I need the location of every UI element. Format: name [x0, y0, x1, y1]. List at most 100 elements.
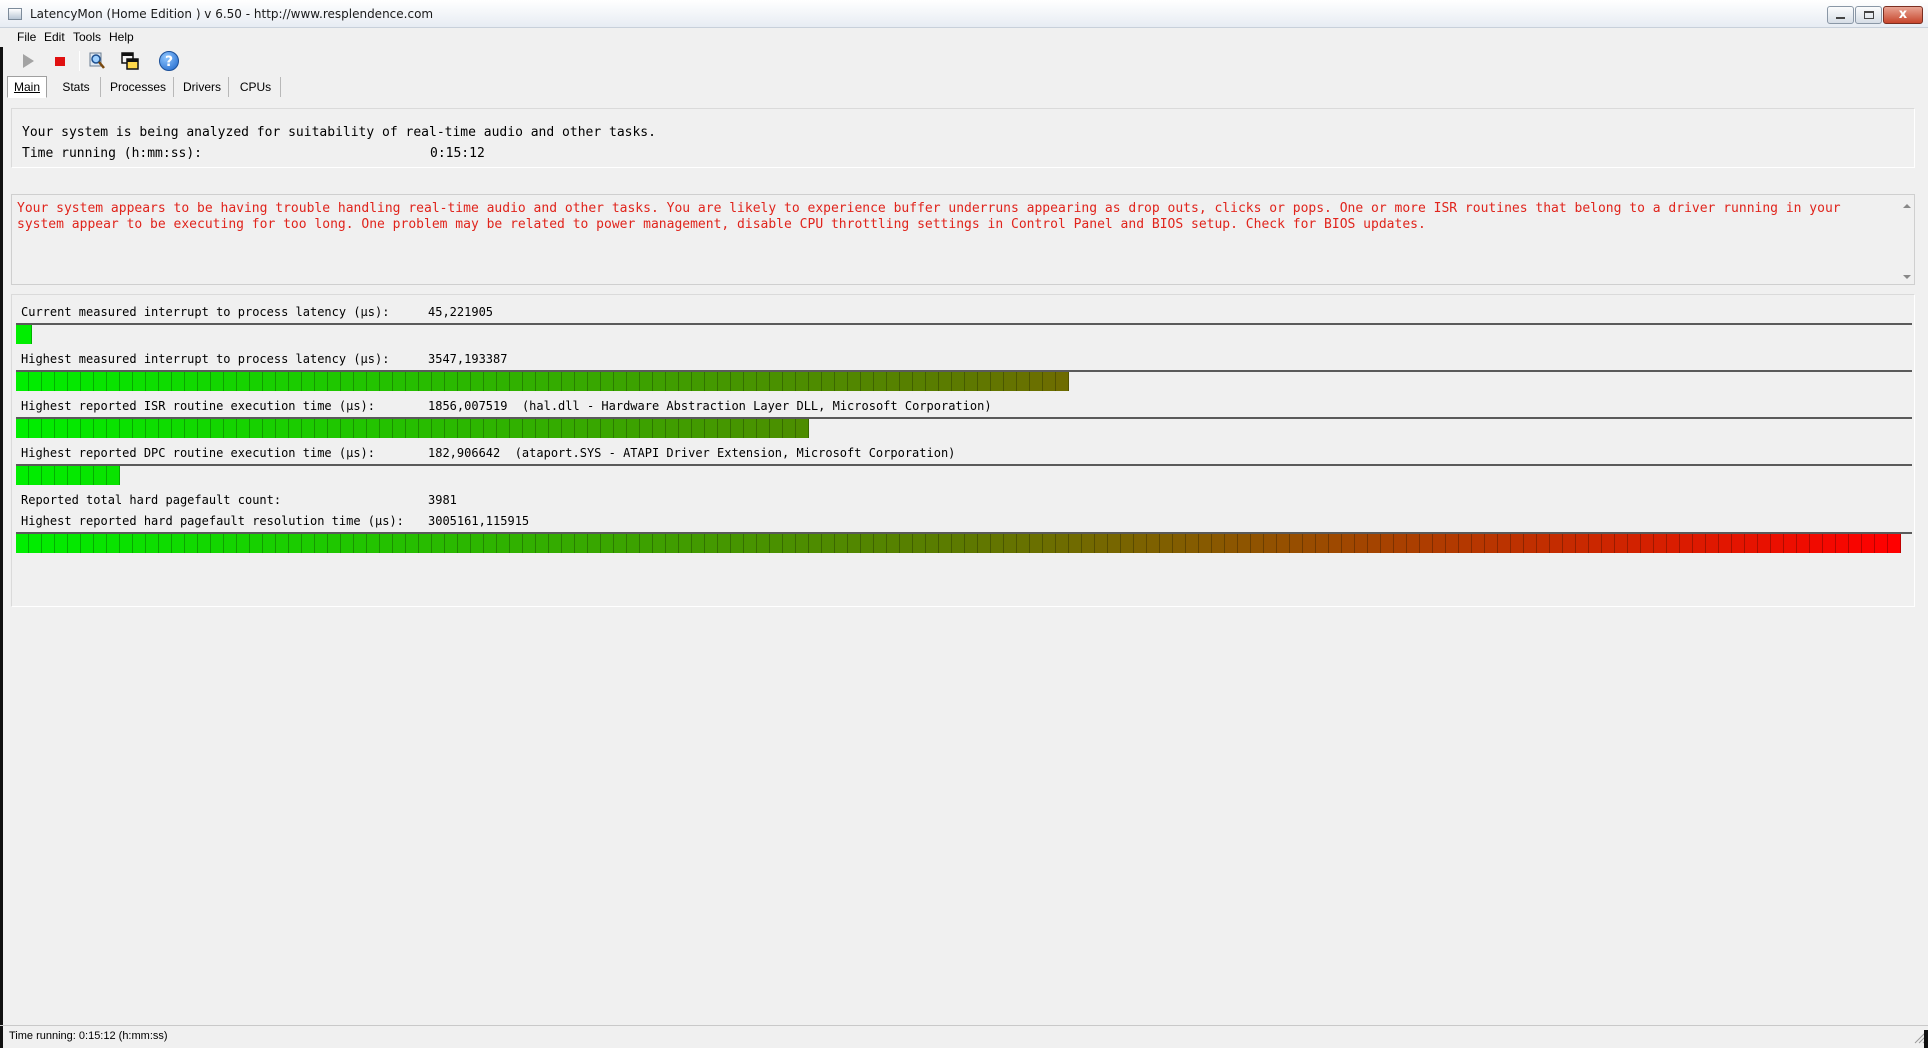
- bar-segment: [692, 419, 705, 438]
- bar-segment: [926, 534, 939, 553]
- bar-segment: [185, 372, 198, 391]
- bar-segment: [315, 534, 328, 553]
- app-icon[interactable]: [8, 8, 22, 20]
- stop-button[interactable]: [49, 50, 71, 72]
- bar-segment: [1004, 534, 1017, 553]
- minimize-button[interactable]: [1827, 6, 1854, 24]
- bar-segment: [523, 419, 536, 438]
- bar-segment: [757, 419, 770, 438]
- isr-time-bar-fill: [16, 419, 809, 438]
- title-bar[interactable]: LatencyMon (Home Edition ) v 6.50 - http…: [0, 0, 1928, 28]
- bar-segment: [770, 419, 783, 438]
- conclusion-message-box[interactable]: Your system appears to be having trouble…: [11, 194, 1915, 285]
- bar-segment: [744, 372, 757, 391]
- scroll-up-icon[interactable]: [1903, 204, 1911, 208]
- bar-segment: [1719, 534, 1732, 553]
- current-latency-value: 45,221905: [428, 305, 494, 319]
- bar-segment: [1654, 534, 1667, 553]
- bar-segment: [796, 419, 809, 438]
- bar-segment: [68, 372, 81, 391]
- bar-segment: [29, 419, 42, 438]
- menu-help[interactable]: Help: [106, 28, 137, 47]
- bar-segment: [666, 419, 679, 438]
- close-button[interactable]: x: [1883, 6, 1923, 24]
- bar-segment: [952, 534, 965, 553]
- dpc-time-value: 182,906642 (ataport.SYS - ATAPI Driver E…: [428, 446, 955, 460]
- bar-segment: [1836, 534, 1849, 553]
- tab-drivers[interactable]: Drivers: [176, 77, 229, 97]
- bar-segment: [484, 534, 497, 553]
- bar-segment: [510, 534, 523, 553]
- bar-segment: [445, 372, 458, 391]
- menu-file[interactable]: File: [14, 28, 39, 47]
- bar-segment: [848, 534, 861, 553]
- bar-segment: [1563, 534, 1576, 553]
- bar-segment: [1628, 534, 1641, 553]
- menu-tools[interactable]: Tools: [70, 28, 104, 47]
- stop-icon: [55, 57, 65, 66]
- analyze-button[interactable]: [86, 50, 108, 72]
- bar-segment: [42, 534, 55, 553]
- windows-button[interactable]: [119, 50, 141, 72]
- bar-segment: [679, 534, 692, 553]
- bar-segment: [263, 534, 276, 553]
- help-button[interactable]: ?: [158, 50, 180, 72]
- bar-segment: [250, 372, 263, 391]
- bar-segment: [679, 419, 692, 438]
- bar-segment: [81, 466, 94, 485]
- bar-segment: [1264, 534, 1277, 553]
- bar-segment: [1056, 372, 1069, 391]
- bar-segment: [16, 419, 29, 438]
- bar-segment: [393, 534, 406, 553]
- scroll-down-icon[interactable]: [1903, 275, 1911, 279]
- bar-segment: [497, 534, 510, 553]
- tab-main[interactable]: Main: [7, 76, 47, 98]
- start-button[interactable]: [17, 50, 39, 72]
- tab-stats[interactable]: Stats: [52, 77, 101, 97]
- bar-segment: [1433, 534, 1446, 553]
- bar-segment: [718, 372, 731, 391]
- bar-segment: [68, 534, 81, 553]
- bar-segment: [549, 372, 562, 391]
- bar-segment: [393, 419, 406, 438]
- bar-segment: [809, 372, 822, 391]
- bar-segment: [263, 419, 276, 438]
- bar-segment: [328, 419, 341, 438]
- dpc-time-number: 182,906642: [428, 446, 501, 460]
- bar-segment: [1446, 534, 1459, 553]
- bar-segment: [783, 419, 796, 438]
- maximize-button[interactable]: [1855, 6, 1882, 24]
- bar-segment: [1381, 534, 1394, 553]
- tab-processes[interactable]: Processes: [103, 77, 174, 97]
- bar-segment: [120, 534, 133, 553]
- bar-segment: [393, 372, 406, 391]
- bar-segment: [627, 372, 640, 391]
- analysis-status-panel: Your system is being analyzed for suitab…: [11, 108, 1915, 168]
- bar-segment: [1888, 534, 1901, 553]
- bar-segment: [68, 466, 81, 485]
- bar-segment: [900, 372, 913, 391]
- bar-segment: [276, 419, 289, 438]
- bar-segment: [718, 419, 731, 438]
- bar-segment: [926, 372, 939, 391]
- bar-segment: [757, 534, 770, 553]
- bar-segment: [575, 419, 588, 438]
- bar-segment: [653, 419, 666, 438]
- bar-segment: [289, 372, 302, 391]
- bar-segment: [341, 419, 354, 438]
- bar-segment: [1004, 372, 1017, 391]
- bar-segment: [81, 372, 94, 391]
- bar-segment: [94, 419, 107, 438]
- bar-segment: [1017, 534, 1030, 553]
- menu-edit[interactable]: Edit: [41, 28, 68, 47]
- bar-segment: [952, 372, 965, 391]
- message-scrollbar[interactable]: [1900, 195, 1914, 284]
- bar-segment: [939, 534, 952, 553]
- bar-segment: [1472, 534, 1485, 553]
- bar-segment: [835, 534, 848, 553]
- bar-segment: [718, 534, 731, 553]
- tab-cpus[interactable]: CPUs: [231, 77, 281, 97]
- bar-segment: [887, 372, 900, 391]
- bar-segment: [822, 534, 835, 553]
- bar-segment: [1069, 534, 1082, 553]
